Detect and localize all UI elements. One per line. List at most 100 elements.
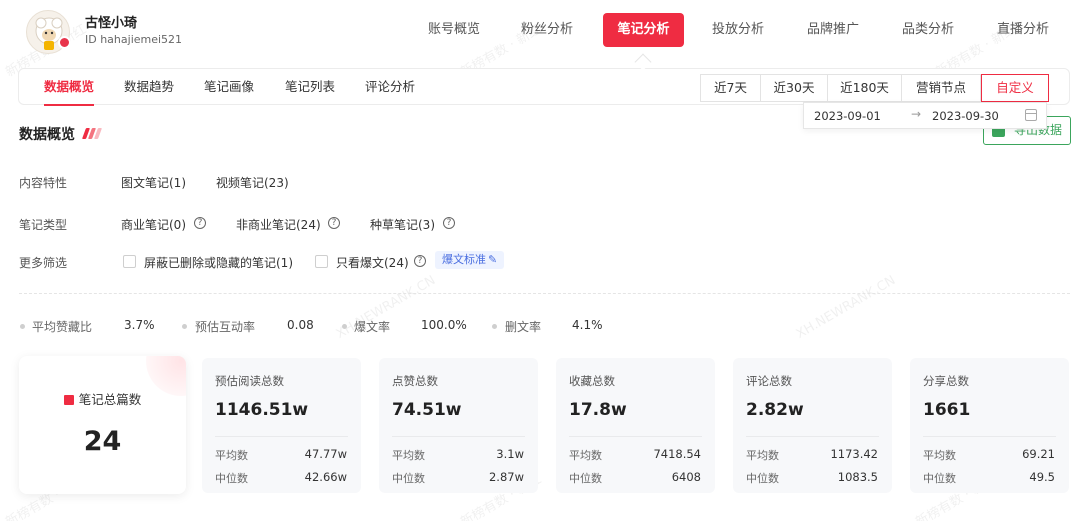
subtab-comment-analysis[interactable]: 评论分析 <box>365 69 415 105</box>
median-value: 2.87w <box>488 470 524 484</box>
nav-tab-account-overview[interactable]: 账号概览 <box>424 13 484 47</box>
section-title: 数据概览 <box>19 127 75 143</box>
stat-card-value: 74.51w <box>392 400 462 420</box>
bullet-icon <box>492 324 497 329</box>
nav-tab-notes-analysis[interactable]: 笔记分析 <box>603 13 684 47</box>
stat-card-title: 评论总数 <box>746 374 792 388</box>
filter-option-seeding[interactable]: 种草笔记(3) <box>370 216 435 233</box>
bullet-icon <box>342 324 347 329</box>
median-label: 中位数 <box>923 472 956 485</box>
subtab-data-overview[interactable]: 数据概览 <box>44 69 95 106</box>
date-arrow-icon: → <box>911 107 922 121</box>
date-end-input[interactable]: 2023-09-30 <box>932 109 999 123</box>
avg-label: 平均数 <box>215 449 248 462</box>
avg-value: 69.21 <box>1022 447 1055 461</box>
title-decoration-icon <box>81 128 103 142</box>
median-value: 6408 <box>671 470 701 484</box>
hide-deleted-checkbox[interactable] <box>123 255 136 268</box>
median-value: 42.66w <box>304 470 347 484</box>
avg-value: 47.77w <box>304 447 347 461</box>
stat-card-comments: 评论总数 2.82w 平均数 1173.42 中位数 1083.5 <box>733 358 892 493</box>
hide-deleted-label[interactable]: 屏蔽已删除或隐藏的笔记(1) <box>144 254 293 271</box>
median-value: 1083.5 <box>837 470 878 484</box>
total-notes-value: 24 <box>83 426 122 457</box>
total-notes-label: 笔记总篇数 <box>78 392 142 407</box>
stat-card-value: 17.8w <box>569 400 627 420</box>
avg-value: 1173.42 <box>830 447 878 461</box>
avg-label: 平均数 <box>569 449 602 462</box>
metric-label: 删文率 <box>505 320 542 334</box>
metric-label: 预估互动率 <box>195 320 256 334</box>
stat-card-value: 1146.51w <box>215 400 309 420</box>
metric-value: 4.1% <box>572 318 603 332</box>
range-7-days-button[interactable]: 近7天 <box>700 74 761 102</box>
subtab-note-profile[interactable]: 笔记画像 <box>204 69 254 105</box>
filter-option-video-notes[interactable]: 视频笔记(23) <box>216 174 289 191</box>
metric-value: 3.7% <box>124 318 155 332</box>
account-name: 古怪小琦 <box>85 16 138 31</box>
stat-card-title: 预估阅读总数 <box>215 374 284 388</box>
book-icon <box>63 395 74 405</box>
metric-value: 0.08 <box>287 318 314 332</box>
stat-card-shares: 分享总数 1661 平均数 69.21 中位数 49.5 <box>910 358 1069 493</box>
avg-label: 平均数 <box>746 449 779 462</box>
nav-tab-category-analysis[interactable]: 品类分析 <box>898 13 958 47</box>
viral-standard-label: 爆文标准 <box>442 253 486 266</box>
range-marketing-node-button[interactable]: 营销节点 <box>901 74 981 102</box>
metric-label: 爆文率 <box>354 320 391 334</box>
verified-badge-icon <box>58 36 71 49</box>
median-label: 中位数 <box>569 472 602 485</box>
metric-value: 100.0% <box>421 318 467 332</box>
avg-label: 平均数 <box>923 449 956 462</box>
stat-card-title: 分享总数 <box>923 374 969 388</box>
median-label: 中位数 <box>215 472 248 485</box>
edit-icon: ✎ <box>488 253 498 266</box>
range-30-days-button[interactable]: 近30天 <box>760 74 828 102</box>
median-label: 中位数 <box>392 472 425 485</box>
nav-tab-live-analysis[interactable]: 直播分析 <box>993 13 1053 47</box>
bullet-icon <box>182 324 187 329</box>
stat-card-value: 2.82w <box>746 400 804 420</box>
viral-only-label[interactable]: 只看爆文(24) <box>336 254 409 271</box>
help-icon[interactable]: ? <box>194 217 206 229</box>
sub-nav-bar: 数据概览 数据趋势 笔记画像 笔记列表 评论分析 近7天 近30天 近180天 … <box>18 68 1070 106</box>
stat-card-title: 收藏总数 <box>569 374 615 388</box>
stat-card-collects: 收藏总数 17.8w 平均数 7418.54 中位数 6408 <box>556 358 715 493</box>
calendar-icon[interactable] <box>1025 109 1037 121</box>
stat-card-title: 点赞总数 <box>392 374 438 388</box>
help-icon[interactable]: ? <box>414 255 426 267</box>
filter-label-content: 内容特性 <box>19 176 68 190</box>
help-icon[interactable]: ? <box>328 217 340 229</box>
range-custom-button[interactable]: 自定义 <box>981 74 1049 102</box>
date-start-input[interactable]: 2023-09-01 <box>814 109 881 123</box>
viral-only-checkbox[interactable] <box>315 255 328 268</box>
filter-option-image-notes[interactable]: 图文笔记(1) <box>121 174 186 191</box>
range-180-days-button[interactable]: 近180天 <box>827 74 902 102</box>
account-id: ID hahajiemei521 <box>85 33 183 46</box>
nav-tab-fans-analysis[interactable]: 粉丝分析 <box>517 13 577 47</box>
help-icon[interactable]: ? <box>443 217 455 229</box>
stat-card-value: 1661 <box>923 400 971 420</box>
stat-card-likes: 点赞总数 74.51w 平均数 3.1w 中位数 2.87w <box>379 358 538 493</box>
median-label: 中位数 <box>746 472 779 485</box>
subtab-note-list[interactable]: 笔记列表 <box>285 69 335 105</box>
stat-card-reads: 预估阅读总数 1146.51w 平均数 47.77w 中位数 42.66w <box>202 358 361 493</box>
filter-label-more: 更多筛选 <box>19 256 68 270</box>
total-notes-card: 笔记总篇数 24 <box>19 356 186 494</box>
filter-option-commercial[interactable]: 商业笔记(0) <box>121 216 186 233</box>
date-range-picker[interactable]: 2023-09-01 → 2023-09-30 <box>803 102 1047 129</box>
median-value: 49.5 <box>1029 470 1055 484</box>
watermark: XH.NEWRANK.CN <box>793 273 899 342</box>
subtab-data-trend[interactable]: 数据趋势 <box>124 69 174 105</box>
avg-value: 7418.54 <box>653 447 701 461</box>
account-header: 古怪小琦 ID hahajiemei521 账号概览 粉丝分析 笔记分析 投放分… <box>0 0 1080 62</box>
nav-tab-ad-analysis[interactable]: 投放分析 <box>708 13 768 47</box>
bullet-icon <box>20 324 25 329</box>
divider <box>19 293 1070 294</box>
nav-tab-brand-promotion[interactable]: 品牌推广 <box>803 13 863 47</box>
filter-option-non-commercial[interactable]: 非商业笔记(24) <box>236 216 321 233</box>
avg-value: 3.1w <box>496 447 524 461</box>
filter-label-type: 笔记类型 <box>19 218 68 232</box>
metric-label: 平均赞藏比 <box>32 320 93 334</box>
viral-standard-tag[interactable]: 爆文标准 ✎ <box>435 251 505 269</box>
